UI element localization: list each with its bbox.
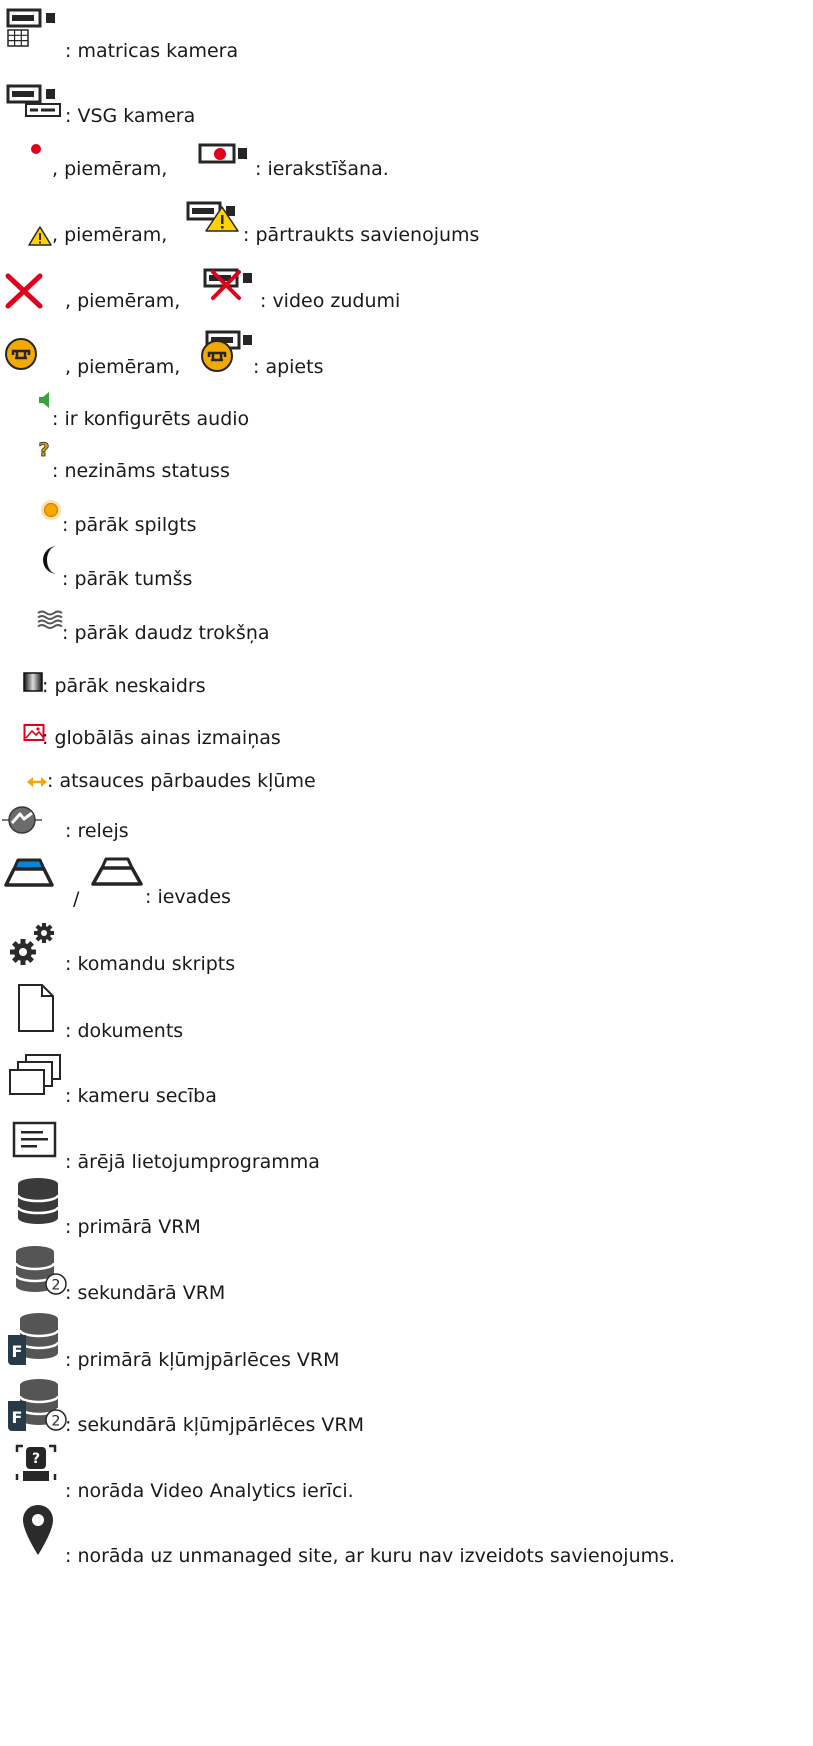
item-label: : norāda Video Analytics ierīci. <box>65 1480 354 1502</box>
blur-icon <box>23 672 43 692</box>
svg-text:F: F <box>12 1342 23 1361</box>
list-item: : norāda uz unmanaged site, ar kuru nav … <box>0 0 813 1566</box>
svg-text:2: 2 <box>52 1278 61 1294</box>
item-label: : komandu skripts <box>65 953 236 975</box>
item-label-2: : ierakstīšana. <box>255 158 389 180</box>
item-label: : matricas kamera <box>65 40 239 62</box>
question-mark-icon: ? <box>38 439 50 462</box>
svg-text:F: F <box>12 1408 23 1427</box>
item-label: : dokuments <box>65 1020 184 1042</box>
camera-bypass-icon <box>201 330 252 372</box>
item-label: : relejs <box>65 820 129 842</box>
database-2-icon: 2 <box>14 1246 67 1295</box>
warning-triangle-icon <box>28 226 52 246</box>
database-failover-2-icon: F 2 <box>8 1379 67 1431</box>
camera-warning-icon <box>186 201 239 232</box>
matrix-camera-icon <box>6 8 55 47</box>
item-label: : pārāk spilgts <box>62 514 197 536</box>
item-label-2: : apiets <box>253 356 324 378</box>
item-label: : sekundārā kļūmjpārlēces VRM <box>65 1414 364 1436</box>
document-icon <box>18 984 54 1032</box>
speaker-icon <box>39 392 49 408</box>
vsg-camera-icon <box>6 84 61 117</box>
item-label-2: : pārtraukts savienojums <box>243 224 480 246</box>
sequence-icon <box>9 1054 61 1095</box>
item-label: , piemēram, <box>65 290 181 312</box>
item-label: : ir konfigurēts audio <box>52 408 250 430</box>
item-label: : nezināms statuss <box>52 460 230 482</box>
map-pin-icon <box>23 1505 53 1555</box>
item-label: , piemēram, <box>65 356 181 378</box>
camera-recording-icon <box>198 143 247 164</box>
input-inactive-icon <box>91 857 143 886</box>
external-app-icon <box>12 1121 57 1158</box>
camera-x-icon <box>203 268 252 300</box>
item-label: : primārā kļūmjpārlēces VRM <box>65 1349 340 1371</box>
database-failover-icon: F <box>8 1313 60 1365</box>
item-label: : atsauces pārbaudes kļūme <box>47 770 316 792</box>
item-label: : kameru secība <box>65 1085 217 1107</box>
sun-icon <box>41 500 61 520</box>
item-label: : ārējā lietojumprogramma <box>65 1151 320 1173</box>
item-label: : pārāk neskaidrs <box>42 675 206 697</box>
bypass-icon <box>5 338 37 370</box>
item-label: : globālās ainas izmaiņas <box>42 727 281 749</box>
item-label-2: : ievades <box>145 886 231 908</box>
gears-icon <box>10 923 54 965</box>
moon-icon <box>43 546 57 574</box>
red-x-icon <box>5 273 43 309</box>
item-label: : pārāk daudz trokšņa <box>62 622 270 644</box>
video-analytics-icon: ? <box>15 1444 57 1481</box>
item-label-2: : video zudumi <box>260 290 401 312</box>
item-label: : primārā VRM <box>65 1216 201 1238</box>
database-icon <box>16 1178 60 1224</box>
item-label: : norāda uz unmanaged site, ar kuru nav … <box>65 1545 676 1567</box>
input-active-icon <box>4 858 54 887</box>
item-label: / <box>73 888 80 910</box>
item-label: , piemēram, <box>52 224 168 246</box>
svg-text:2: 2 <box>52 1414 61 1430</box>
item-label: : VSG kamera <box>65 105 196 127</box>
item-label: : sekundārā VRM <box>65 1282 226 1304</box>
reference-arrows-icon <box>27 777 47 787</box>
recording-dot-icon <box>31 144 41 154</box>
svg-text:?: ? <box>38 439 49 461</box>
item-label: , piemēram, <box>52 158 168 180</box>
relay-icon <box>2 806 42 834</box>
noise-icon <box>37 610 63 629</box>
svg-text:?: ? <box>32 1451 40 1467</box>
item-label: : pārāk tumšs <box>62 568 193 590</box>
